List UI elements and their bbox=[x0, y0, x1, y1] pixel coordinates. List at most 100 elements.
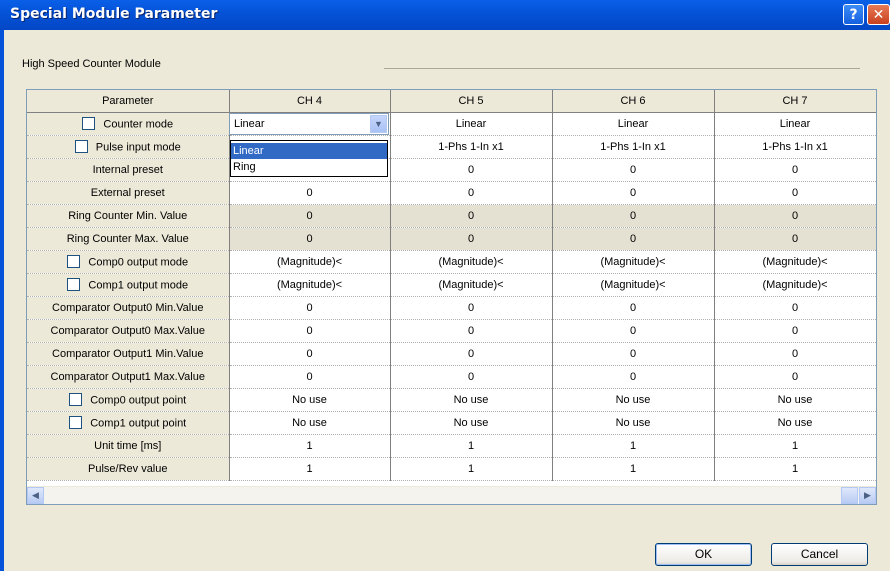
value-cell[interactable]: 0 bbox=[714, 342, 876, 366]
value-cell[interactable]: 0 bbox=[229, 204, 391, 228]
value-cell[interactable]: 0 bbox=[552, 319, 715, 343]
parameter-label: Comp0 output point bbox=[90, 393, 187, 406]
value-cell[interactable]: 0 bbox=[714, 365, 876, 389]
value-cell[interactable]: 0 bbox=[552, 296, 715, 320]
row-checkbox[interactable] bbox=[69, 392, 83, 406]
parameter-cell: Comparator Output0 Min.Value bbox=[27, 296, 230, 320]
value-cell[interactable]: 0 bbox=[390, 342, 553, 366]
value-cell[interactable]: 1-Phs 1-In x1 bbox=[390, 135, 553, 159]
value-cell[interactable]: 0 bbox=[714, 181, 876, 205]
value-cell[interactable]: 1 bbox=[229, 457, 391, 481]
value-cell[interactable]: 0 bbox=[552, 342, 715, 366]
value-cell[interactable]: 0 bbox=[229, 365, 391, 389]
value-cell[interactable]: (Magnitude)< bbox=[229, 250, 391, 274]
parameter-label: Ring Counter Max. Value bbox=[66, 233, 189, 245]
row-checkbox[interactable] bbox=[67, 254, 81, 268]
value-cell[interactable]: 0 bbox=[390, 158, 553, 182]
parameter-cell: Counter mode bbox=[27, 112, 230, 136]
parameter-cell: Pulse/Rev value bbox=[27, 457, 230, 481]
value-cell[interactable]: 0 bbox=[552, 204, 715, 228]
parameter-label: Comparator Output0 Max.Value bbox=[50, 325, 205, 337]
parameter-cell: Comp0 output mode bbox=[27, 250, 230, 274]
scroll-thumb[interactable] bbox=[841, 487, 858, 504]
group-caption: High Speed Counter Module bbox=[22, 58, 161, 70]
value-cell[interactable]: 0 bbox=[229, 319, 391, 343]
value-cell[interactable]: 0 bbox=[390, 181, 553, 205]
chevron-down-icon[interactable]: ▼ bbox=[370, 115, 387, 133]
close-button[interactable]: ✕ bbox=[867, 4, 890, 25]
value-cell[interactable]: 0 bbox=[229, 227, 391, 251]
value-cell[interactable]: 1 bbox=[390, 434, 553, 458]
value-cell[interactable]: (Magnitude)< bbox=[714, 250, 876, 274]
value-cell[interactable]: 1 bbox=[229, 434, 391, 458]
value-cell[interactable]: 0 bbox=[229, 296, 391, 320]
dropdown-option-linear[interactable]: Linear bbox=[231, 143, 387, 159]
value-cell[interactable]: No use bbox=[229, 411, 391, 435]
row-checkbox[interactable] bbox=[69, 415, 83, 429]
value-cell[interactable]: 0 bbox=[552, 227, 715, 251]
value-cell[interactable]: 0 bbox=[714, 227, 876, 251]
group-divider bbox=[384, 68, 860, 69]
value-cell[interactable]: (Magnitude)< bbox=[390, 250, 553, 274]
value-cell[interactable]: No use bbox=[714, 411, 876, 435]
value-cell[interactable]: (Magnitude)< bbox=[390, 273, 553, 297]
value-cell[interactable]: 0 bbox=[714, 158, 876, 182]
value-cell[interactable]: 0 bbox=[390, 227, 553, 251]
value-cell[interactable]: No use bbox=[714, 388, 876, 412]
value-cell[interactable]: (Magnitude)< bbox=[552, 273, 715, 297]
value-cell[interactable]: 1-Phs 1-In x1 bbox=[552, 135, 715, 159]
value-cell[interactable]: 0 bbox=[552, 158, 715, 182]
table-row: Comparator Output1 Min.Value 0 0 0 0 bbox=[27, 342, 876, 366]
parameter-label: Pulse/Rev value bbox=[88, 463, 168, 475]
parameter-label: Comp1 output mode bbox=[88, 278, 189, 291]
parameter-cell: Comp0 output point bbox=[27, 388, 230, 412]
scroll-right-icon[interactable]: ▶ bbox=[859, 487, 876, 504]
value-cell[interactable]: No use bbox=[552, 388, 715, 412]
value-cell[interactable]: 0 bbox=[229, 342, 391, 366]
value-cell[interactable]: 0 bbox=[390, 365, 553, 389]
value-cell[interactable]: Linear bbox=[714, 112, 876, 136]
row-checkbox[interactable] bbox=[74, 139, 88, 153]
value-cell[interactable]: 1 bbox=[714, 457, 876, 481]
value-cell[interactable]: Linear bbox=[390, 112, 553, 136]
value-cell[interactable]: 1 bbox=[714, 434, 876, 458]
value-cell[interactable]: Linear bbox=[552, 112, 715, 136]
parameter-label: Comp0 output mode bbox=[88, 255, 189, 268]
value-cell[interactable]: No use bbox=[390, 388, 553, 412]
table-row: Pulse/Rev value 1 1 1 1 bbox=[27, 457, 876, 481]
window-title: Special Module Parameter bbox=[10, 6, 218, 22]
value-cell[interactable]: No use bbox=[552, 411, 715, 435]
value-cell[interactable]: 0 bbox=[390, 296, 553, 320]
table-row: Comp1 output mode (Magnitude)< (Magnitude)… bbox=[27, 273, 876, 297]
row-checkbox[interactable] bbox=[82, 116, 96, 130]
value-cell[interactable]: 1 bbox=[552, 434, 715, 458]
value-cell[interactable]: (Magnitude)< bbox=[229, 273, 391, 297]
value-cell[interactable]: 0 bbox=[229, 181, 391, 205]
value-cell[interactable]: 0 bbox=[552, 181, 715, 205]
horizontal-scrollbar[interactable]: ◀ ▶ bbox=[27, 486, 876, 504]
title-bar: Special Module Parameter ? ✕ bbox=[0, 0, 890, 30]
row-checkbox[interactable] bbox=[67, 277, 81, 291]
value-cell[interactable]: 1 bbox=[552, 457, 715, 481]
table-row: Ring Counter Min. Value 0 0 0 0 bbox=[27, 204, 876, 228]
counter-mode-combo[interactable]: Linear ▼ bbox=[229, 113, 389, 135]
parameter-cell: External preset bbox=[27, 181, 230, 205]
cancel-button[interactable]: Cancel bbox=[771, 543, 868, 566]
value-cell[interactable]: 0 bbox=[714, 296, 876, 320]
value-cell[interactable]: 0 bbox=[552, 365, 715, 389]
help-button[interactable]: ? bbox=[843, 4, 864, 25]
value-cell[interactable]: (Magnitude)< bbox=[714, 273, 876, 297]
scroll-left-icon[interactable]: ◀ bbox=[27, 487, 44, 504]
value-cell[interactable]: 0 bbox=[390, 319, 553, 343]
value-cell[interactable]: 0 bbox=[714, 319, 876, 343]
value-cell[interactable]: 0 bbox=[714, 204, 876, 228]
value-cell[interactable]: 1-Phs 1-In x1 bbox=[714, 135, 876, 159]
value-cell[interactable]: No use bbox=[390, 411, 553, 435]
dropdown-option-ring[interactable]: Ring bbox=[231, 159, 387, 175]
value-cell[interactable]: No use bbox=[229, 388, 391, 412]
value-cell[interactable]: 0 bbox=[390, 204, 553, 228]
ok-button[interactable]: OK bbox=[655, 543, 752, 566]
parameter-cell: Internal preset bbox=[27, 158, 230, 182]
value-cell[interactable]: (Magnitude)< bbox=[552, 250, 715, 274]
value-cell[interactable]: 1 bbox=[390, 457, 553, 481]
